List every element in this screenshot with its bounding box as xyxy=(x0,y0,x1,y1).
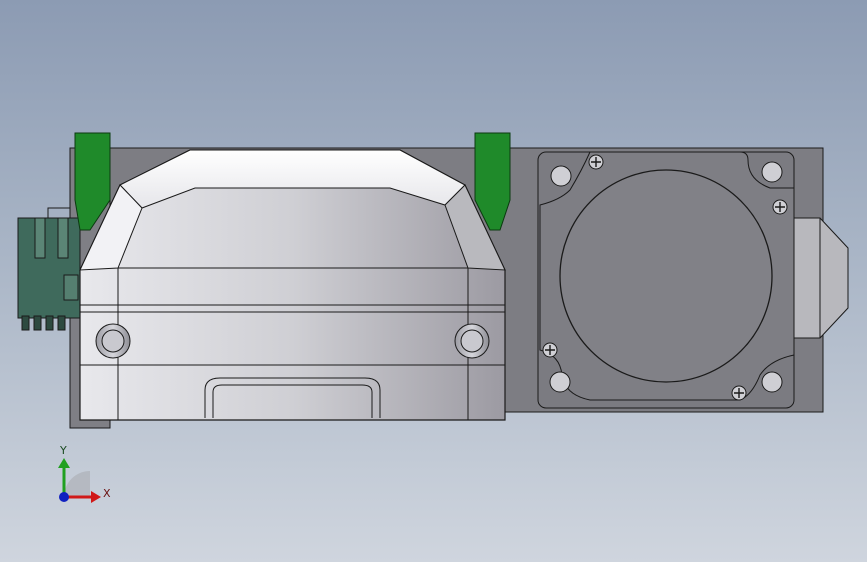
right-screw-knob[interactable] xyxy=(454,323,490,359)
left-screw-knob[interactable] xyxy=(95,323,131,359)
z-axis-dot xyxy=(59,492,69,502)
screw-top-right xyxy=(772,199,788,215)
x-axis-label: X xyxy=(103,487,111,500)
triad-arc xyxy=(64,471,90,497)
axis-triad xyxy=(58,458,101,503)
graphics-viewport[interactable]: Y X xyxy=(0,0,867,562)
motor-shaft-boss[interactable] xyxy=(793,217,849,339)
drive-body[interactable] xyxy=(79,149,506,421)
motor-flange[interactable] xyxy=(537,151,795,409)
screw-bottom-right xyxy=(731,385,747,401)
screw-top-left xyxy=(588,154,604,170)
x-axis-arrow xyxy=(91,491,101,503)
screw-bottom-left xyxy=(542,342,558,358)
cad-model-view[interactable] xyxy=(0,0,867,562)
side-connector[interactable] xyxy=(17,207,81,331)
y-axis-label: Y xyxy=(60,444,67,457)
y-axis-arrow xyxy=(58,458,70,468)
